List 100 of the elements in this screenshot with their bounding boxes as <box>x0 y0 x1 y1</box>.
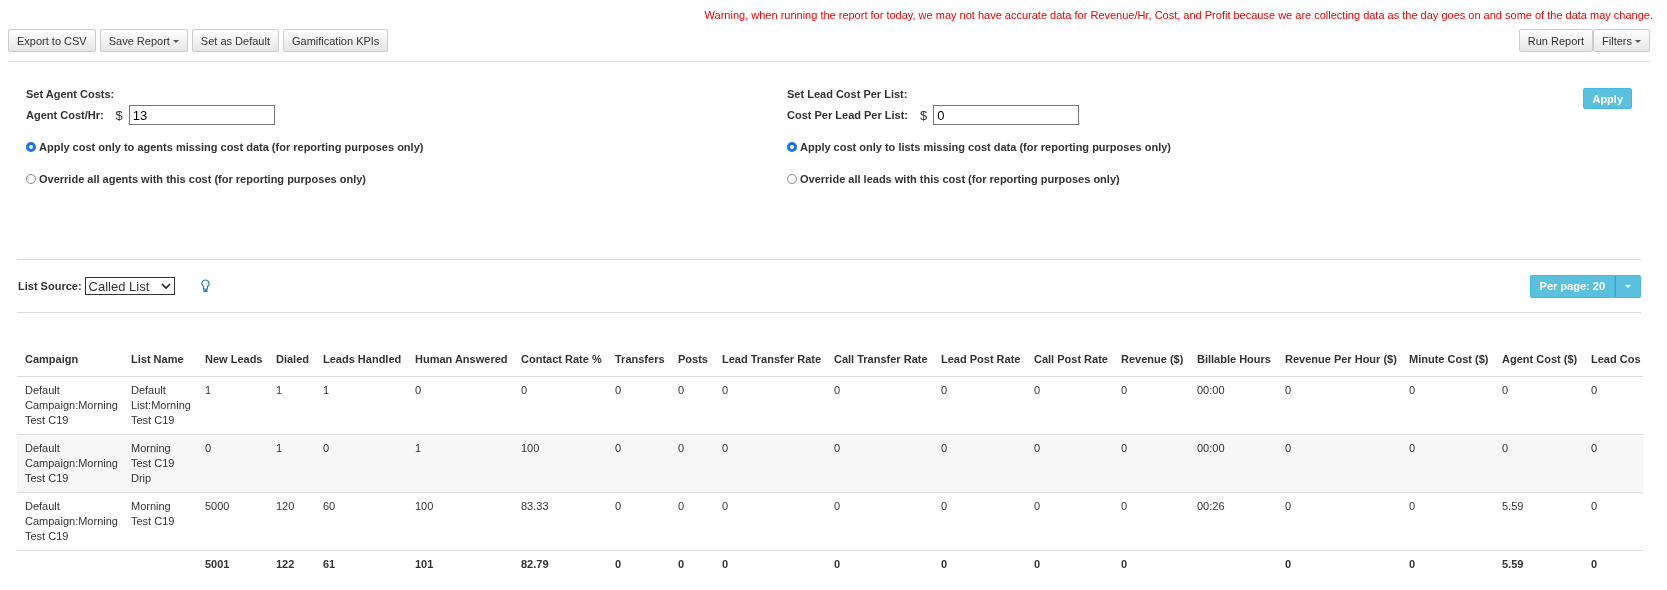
column-header: List Name <box>123 341 197 377</box>
table-cell: 0 <box>941 384 948 396</box>
radio-button[interactable] <box>787 142 797 152</box>
column-header: Revenue Per Hour ($) <box>1277 341 1401 377</box>
toolbar-button[interactable]: Set as Default <box>191 29 279 52</box>
table-cell: 0 <box>1034 384 1041 396</box>
total-cell: 0 <box>722 558 729 570</box>
table-cell: 0 <box>1591 500 1598 512</box>
column-header: New Leads <box>197 341 268 377</box>
currency-symbol: $ <box>920 107 928 123</box>
table-cell: Default Campaign:Morning Test C19 <box>25 442 118 484</box>
table-cell: Morning Test C19 <box>131 500 175 527</box>
table-cell: 0 <box>1285 442 1292 454</box>
table-cell: 83.33 <box>521 500 549 512</box>
table-cell: 0 <box>678 384 685 396</box>
total-cell: 0 <box>941 558 948 570</box>
per-page-caret-button[interactable] <box>1615 274 1641 298</box>
table-cell: Morning Test C19 Drip <box>131 442 175 484</box>
radio-button[interactable] <box>26 174 36 184</box>
total-cell: 61 <box>323 558 336 570</box>
table-cell: 1 <box>205 384 212 396</box>
option-label: Apply cost only to agents missing cost data (for reporting purposes only) <box>39 141 424 153</box>
total-cell: 0 <box>1034 558 1041 570</box>
column-header: Revenue ($) <box>1113 341 1189 377</box>
table-cell: 0 <box>521 384 528 396</box>
table-cell: 120 <box>276 500 295 512</box>
table-cell: 0 <box>834 500 841 512</box>
table-cell: 00:26 <box>1197 500 1225 512</box>
table-cell: 0 <box>1121 442 1128 454</box>
table-cell: 00:00 <box>1197 384 1225 396</box>
column-header: Lead Transfer Rate <box>714 341 826 377</box>
table-cell: 0 <box>722 384 729 396</box>
column-header: Billable Hours <box>1189 341 1277 377</box>
report-button[interactable]: Run Report <box>1518 29 1594 52</box>
table-cell: Default Campaign:Morning Test C19 <box>25 384 118 426</box>
toolbar-button[interactable]: Save Report <box>99 29 188 52</box>
table-cell: 1 <box>276 384 283 396</box>
lightbulb-icon[interactable] <box>201 279 211 293</box>
section-title: Set Lead Cost Per List: <box>787 88 909 100</box>
list-source-label: List Source: <box>18 280 82 292</box>
table-cell: 0 <box>615 500 622 512</box>
column-header: Agent Cost ($) <box>1494 341 1583 377</box>
table-cell: Default Campaign:Morning Test C19 <box>25 500 118 542</box>
column-header: Transfers <box>607 341 670 377</box>
option-label: Apply cost only to lists missing cost data (for reporting purposes only) <box>800 141 1171 153</box>
field-label: Agent Cost/Hr: <box>26 109 104 121</box>
table-cell: 0 <box>1409 384 1416 396</box>
table-cell: 100 <box>415 500 434 512</box>
chevron-down-icon <box>161 282 172 290</box>
table-cell: 0 <box>205 442 212 454</box>
table-cell: 0 <box>1034 442 1041 454</box>
column-header: Leads Handled <box>315 341 407 377</box>
cost-input-field[interactable]: 0 <box>933 105 1080 125</box>
table-cell: 0 <box>722 500 729 512</box>
table-cell: 0 <box>941 442 948 454</box>
currency-symbol: $ <box>115 107 123 123</box>
option-label: Override all leads with this cost (for reporting purposes only) <box>800 173 1120 185</box>
table-cell: 0 <box>1034 500 1041 512</box>
table-cell: 0 <box>1409 442 1416 454</box>
table-cell: 1 <box>323 384 330 396</box>
toolbar-button[interactable]: Gamification KPIs <box>282 29 389 52</box>
total-cell: 101 <box>415 558 434 570</box>
table-cell: 0 <box>834 442 841 454</box>
table-cell: 0 <box>834 384 841 396</box>
toolbar-button[interactable]: Export to CSV <box>8 29 96 52</box>
table-cell: 1 <box>276 442 283 454</box>
list-source-dropdown[interactable]: Called List <box>84 277 176 295</box>
table-cell: 5000 <box>205 500 230 512</box>
cost-input-field[interactable]: 13 <box>128 105 275 125</box>
total-cell: 0 <box>1591 558 1598 570</box>
total-cell: 0 <box>1409 558 1416 570</box>
table-cell: 0 <box>1502 384 1509 396</box>
table-cell: 0 <box>1285 500 1292 512</box>
column-header: Lead Cos <box>1583 341 1643 377</box>
total-cell: 5.59 <box>1502 558 1524 570</box>
table-cell: 0 <box>678 442 685 454</box>
total-cell: 0 <box>1285 558 1292 570</box>
table-cell: 0 <box>1121 384 1128 396</box>
table-cell: 00:00 <box>1197 442 1225 454</box>
table-cell: 100 <box>521 442 540 454</box>
table-cell: 60 <box>323 500 336 512</box>
report-button[interactable]: Filters <box>1593 29 1650 52</box>
table-cell: 0 <box>323 442 330 454</box>
radio-button[interactable] <box>26 142 36 152</box>
table-cell: 0 <box>1409 500 1416 512</box>
table-cell: 0 <box>1285 384 1292 396</box>
radio-button[interactable] <box>787 174 797 184</box>
table-cell: 5.59 <box>1502 500 1524 512</box>
table-cell: 0 <box>678 500 685 512</box>
table-cell: 0 <box>415 384 422 396</box>
table-cell: 0 <box>615 442 622 454</box>
column-header: Dialed <box>268 341 315 377</box>
column-header: Call Transfer Rate <box>826 341 933 377</box>
option-label: Override all agents with this cost (for reporting purposes only) <box>39 173 366 185</box>
column-header: Posts <box>670 341 714 377</box>
table-cell: Default List:Morning Test C19 <box>131 384 191 426</box>
table-cell: 0 <box>722 442 729 454</box>
column-header: Minute Cost ($) <box>1401 341 1494 377</box>
column-header: Call Post Rate <box>1026 341 1113 377</box>
total-cell: 0 <box>678 558 685 570</box>
